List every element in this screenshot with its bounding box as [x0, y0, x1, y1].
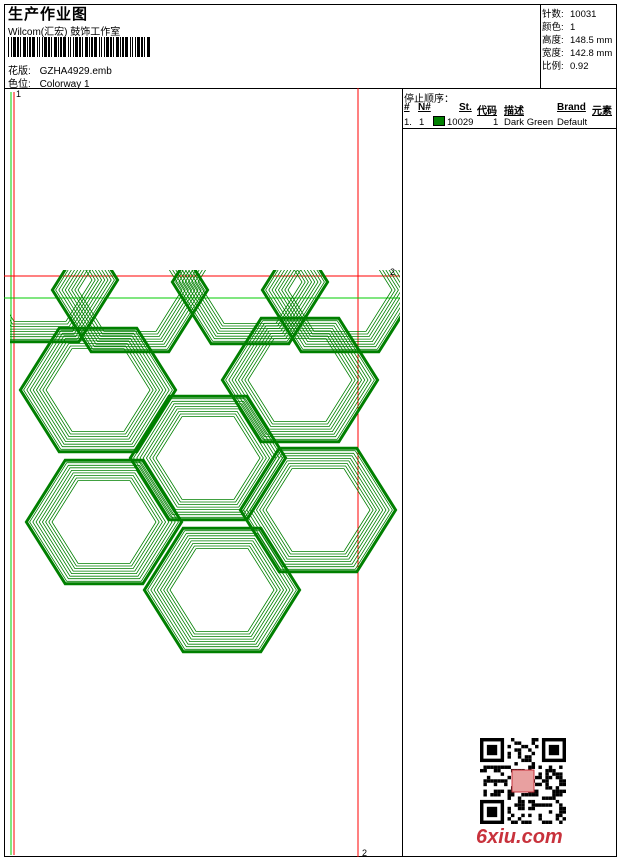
marker-right: 2	[390, 267, 396, 277]
embroidery-design-canvas	[4, 88, 400, 857]
marker-bottom: 2	[362, 848, 368, 858]
honeycomb-stitches	[10, 270, 400, 654]
marker-start: 1	[16, 89, 22, 99]
qr-code	[480, 738, 566, 824]
watermark-logo: 6xiu.com	[476, 826, 563, 848]
